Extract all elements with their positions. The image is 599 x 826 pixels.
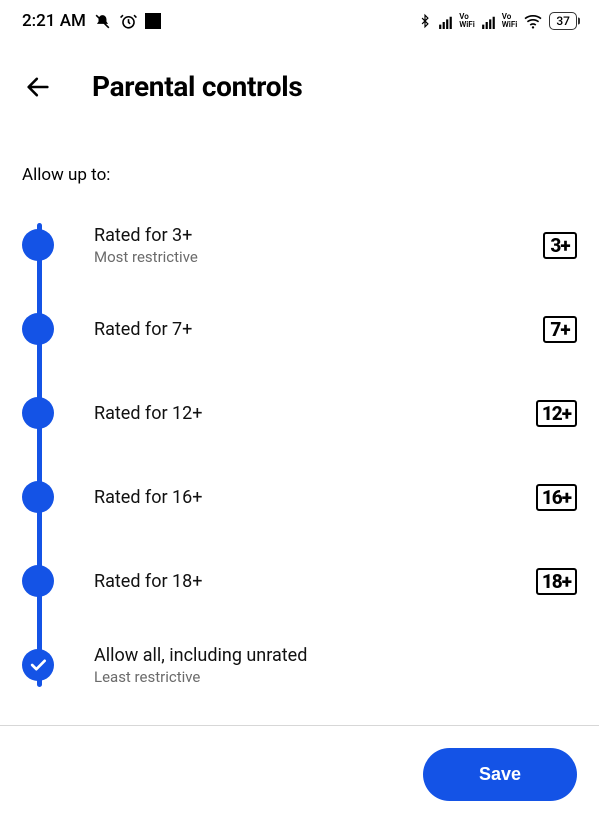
rating-dot (22, 229, 54, 261)
rating-text: Rated for 18+ (94, 571, 536, 592)
rating-badge-3: 3+ (543, 232, 577, 259)
vowifi-label-1: VoWiFi (459, 13, 475, 29)
mute-icon (93, 12, 112, 31)
rating-badge-16: 16+ (536, 484, 577, 511)
rating-option-12plus[interactable]: Rated for 12+ 12+ (22, 371, 577, 455)
rating-sub: Least restrictive (94, 668, 577, 686)
rating-text: Rated for 7+ (94, 319, 543, 340)
rating-option-16plus[interactable]: Rated for 16+ 16+ (22, 455, 577, 539)
signal-2-icon: VoWiFi (481, 13, 518, 29)
page-title: Parental controls (92, 70, 302, 103)
status-bar: 2:21 AM VoWiFi VoWiFi 37 (0, 0, 599, 38)
rating-text: Rated for 3+ Most restrictive (94, 225, 543, 266)
rating-dot (22, 481, 54, 513)
rating-badge-7: 7+ (543, 316, 577, 343)
rating-title: Rated for 16+ (94, 487, 536, 508)
wifi-icon (523, 13, 543, 29)
section-label: Allow up to: (0, 119, 599, 203)
rating-title: Rated for 12+ (94, 403, 536, 424)
vowifi-label-2: VoWiFi (502, 13, 518, 29)
alarm-icon (119, 12, 138, 31)
rating-title: Rated for 7+ (94, 319, 543, 340)
rating-title: Allow all, including unrated (94, 645, 577, 666)
footer: Save (0, 726, 599, 823)
rating-badge-18: 18+ (536, 568, 577, 595)
check-icon (28, 655, 48, 675)
options-list: Rated for 3+ Most restrictive 3+ Rated f… (0, 203, 599, 707)
bluetooth-icon (418, 12, 432, 30)
stop-icon (145, 13, 161, 29)
back-icon[interactable] (24, 73, 52, 101)
status-right: VoWiFi VoWiFi 37 (418, 12, 577, 30)
rating-dot (22, 565, 54, 597)
rating-option-all[interactable]: Allow all, including unrated Least restr… (22, 623, 577, 707)
rating-option-7plus[interactable]: Rated for 7+ 7+ (22, 287, 577, 371)
rating-sub: Most restrictive (94, 248, 543, 266)
header: Parental controls (0, 38, 599, 119)
rating-title: Rated for 3+ (94, 225, 543, 246)
battery-indicator: 37 (549, 12, 577, 30)
status-left: 2:21 AM (22, 11, 161, 31)
rating-title: Rated for 18+ (94, 571, 536, 592)
rating-text: Allow all, including unrated Least restr… (94, 645, 577, 686)
rating-option-18plus[interactable]: Rated for 18+ 18+ (22, 539, 577, 623)
rating-text: Rated for 12+ (94, 403, 536, 424)
rating-dot (22, 313, 54, 345)
rating-option-3plus[interactable]: Rated for 3+ Most restrictive 3+ (22, 203, 577, 287)
rating-dot (22, 397, 54, 429)
clock-time: 2:21 AM (22, 11, 86, 31)
save-button[interactable]: Save (423, 748, 577, 801)
rating-badge-12: 12+ (536, 400, 577, 427)
signal-1-icon: VoWiFi (438, 13, 475, 29)
rating-dot-selected (22, 649, 54, 681)
rating-text: Rated for 16+ (94, 487, 536, 508)
